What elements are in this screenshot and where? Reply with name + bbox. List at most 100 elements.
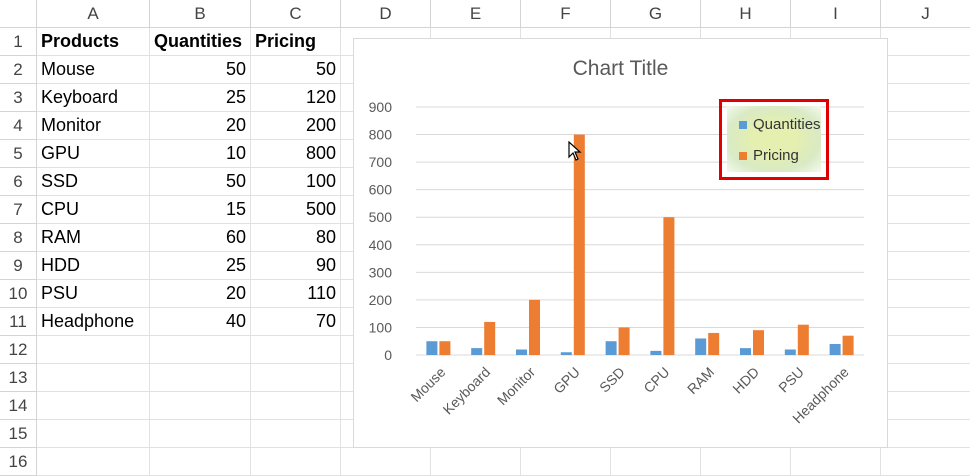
bar-quantities-hdd[interactable] xyxy=(740,348,751,355)
cell-b16[interactable] xyxy=(150,448,251,476)
cell-j15[interactable] xyxy=(881,420,970,448)
bar-pricing-monitor[interactable] xyxy=(529,299,540,355)
row-header-7[interactable]: 7 xyxy=(0,196,37,224)
bar-pricing-headphone[interactable] xyxy=(842,335,854,355)
cell-a15[interactable] xyxy=(37,420,150,448)
row-header-16[interactable]: 16 xyxy=(0,448,37,476)
bar-pricing-ssd[interactable] xyxy=(618,327,630,355)
cell-j11[interactable] xyxy=(881,308,970,336)
bar-pricing-hdd[interactable] xyxy=(753,330,764,355)
column-header-d[interactable]: D xyxy=(341,0,431,28)
column-header-f[interactable]: F xyxy=(521,0,611,28)
cell-j1[interactable] xyxy=(881,28,970,56)
bar-pricing-cpu[interactable] xyxy=(663,217,675,355)
cell-j3[interactable] xyxy=(881,84,970,112)
bar-pricing-mouse[interactable] xyxy=(439,341,451,355)
cell-c4[interactable]: 200 xyxy=(251,112,341,140)
cell-j13[interactable] xyxy=(881,364,970,392)
column-header-h[interactable]: H xyxy=(701,0,791,28)
cell-d16[interactable] xyxy=(341,448,431,476)
cell-b2[interactable]: 50 xyxy=(150,56,251,84)
cell-b13[interactable] xyxy=(150,364,251,392)
cell-a9[interactable]: HDD xyxy=(37,252,150,280)
cell-b6[interactable]: 50 xyxy=(150,168,251,196)
select-all-corner[interactable] xyxy=(0,0,37,28)
cell-c14[interactable] xyxy=(251,392,341,420)
row-header-2[interactable]: 2 xyxy=(0,56,37,84)
bar-quantities-headphone[interactable] xyxy=(829,343,841,355)
cell-j8[interactable] xyxy=(881,224,970,252)
cell-c13[interactable] xyxy=(251,364,341,392)
bar-quantities-monitor[interactable] xyxy=(516,349,527,355)
cell-c2[interactable]: 50 xyxy=(251,56,341,84)
column-header-b[interactable]: B xyxy=(150,0,251,28)
bar-pricing-keyboard[interactable] xyxy=(484,321,496,355)
cell-b12[interactable] xyxy=(150,336,251,364)
cell-b1[interactable]: Quantities xyxy=(150,28,251,56)
row-header-1[interactable]: 1 xyxy=(0,28,37,56)
cell-b8[interactable]: 60 xyxy=(150,224,251,252)
cell-a14[interactable] xyxy=(37,392,150,420)
cell-j4[interactable] xyxy=(881,112,970,140)
column-header-e[interactable]: E xyxy=(431,0,521,28)
cell-a11[interactable]: Headphone xyxy=(37,308,150,336)
row-header-3[interactable]: 3 xyxy=(0,84,37,112)
cell-a7[interactable]: CPU xyxy=(37,196,150,224)
column-header-a[interactable]: A xyxy=(37,0,150,28)
legend-item-pricing[interactable]: Pricing xyxy=(739,147,799,164)
bar-quantities-gpu[interactable] xyxy=(560,352,572,355)
cell-a4[interactable]: Monitor xyxy=(37,112,150,140)
cell-c8[interactable]: 80 xyxy=(251,224,341,252)
cell-c5[interactable]: 800 xyxy=(251,140,341,168)
chart-area[interactable]: Chart Title 0 100 200 300 400 500 600 700 800 900… xyxy=(353,38,888,448)
cell-c9[interactable]: 90 xyxy=(251,252,341,280)
bar-quantities-mouse[interactable] xyxy=(426,341,438,355)
cell-c11[interactable]: 70 xyxy=(251,308,341,336)
cell-b3[interactable]: 25 xyxy=(150,84,251,112)
row-header-8[interactable]: 8 xyxy=(0,224,37,252)
cell-c3[interactable]: 120 xyxy=(251,84,341,112)
cell-j14[interactable] xyxy=(881,392,970,420)
column-header-j[interactable]: J xyxy=(881,0,970,28)
cell-j2[interactable] xyxy=(881,56,970,84)
column-header-i[interactable]: I xyxy=(791,0,881,28)
row-header-11[interactable]: 11 xyxy=(0,308,37,336)
bar-pricing-psu[interactable] xyxy=(797,324,809,355)
cell-i16[interactable] xyxy=(791,448,881,476)
row-header-6[interactable]: 6 xyxy=(0,168,37,196)
cell-b5[interactable]: 10 xyxy=(150,140,251,168)
legend-item-quantities[interactable]: Quantities xyxy=(739,116,821,133)
row-header-14[interactable]: 14 xyxy=(0,392,37,420)
cell-a16[interactable] xyxy=(37,448,150,476)
cell-b14[interactable] xyxy=(150,392,251,420)
cell-j16[interactable] xyxy=(881,448,970,476)
row-header-13[interactable]: 13 xyxy=(0,364,37,392)
legend[interactable]: Quantities Pricing xyxy=(727,106,821,172)
cell-j12[interactable] xyxy=(881,336,970,364)
cell-b9[interactable]: 25 xyxy=(150,252,251,280)
cell-c15[interactable] xyxy=(251,420,341,448)
bar-quantities-ssd[interactable] xyxy=(605,341,617,355)
cell-a8[interactable]: RAM xyxy=(37,224,150,252)
cell-c10[interactable]: 110 xyxy=(251,280,341,308)
cell-j6[interactable] xyxy=(881,168,970,196)
cell-a6[interactable]: SSD xyxy=(37,168,150,196)
row-header-12[interactable]: 12 xyxy=(0,336,37,364)
cell-b7[interactable]: 15 xyxy=(150,196,251,224)
row-header-5[interactable]: 5 xyxy=(0,140,37,168)
cell-c1[interactable]: Pricing xyxy=(251,28,341,56)
cell-b10[interactable]: 20 xyxy=(150,280,251,308)
bar-pricing-ram[interactable] xyxy=(708,332,720,355)
cell-c6[interactable]: 100 xyxy=(251,168,341,196)
cell-a10[interactable]: PSU xyxy=(37,280,150,308)
bar-quantities-keyboard[interactable] xyxy=(471,348,483,355)
cell-c16[interactable] xyxy=(251,448,341,476)
row-header-4[interactable]: 4 xyxy=(0,112,37,140)
bar-pricing-gpu[interactable] xyxy=(573,134,585,355)
cell-j9[interactable] xyxy=(881,252,970,280)
bar-quantities-ram[interactable] xyxy=(695,338,707,355)
row-header-9[interactable]: 9 xyxy=(0,252,37,280)
column-header-g[interactable]: G xyxy=(611,0,701,28)
cell-b11[interactable]: 40 xyxy=(150,308,251,336)
cell-b4[interactable]: 20 xyxy=(150,112,251,140)
